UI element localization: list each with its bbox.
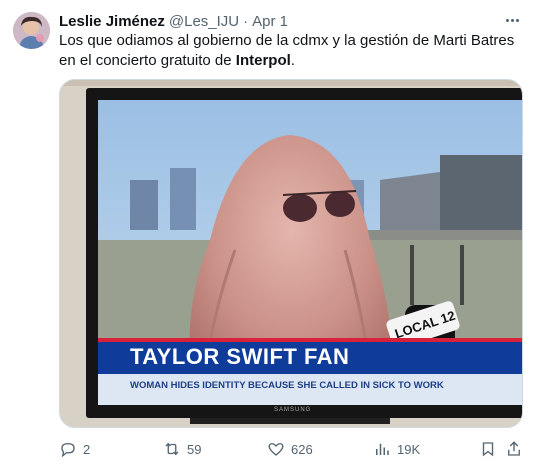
separator-dot: · [243, 12, 249, 30]
like-icon [268, 443, 284, 456]
more-icon[interactable] [502, 10, 522, 30]
share-icon [508, 441, 520, 456]
tweet-actions: 2 59 626 19K [59, 438, 523, 460]
tweet-text: Los que odiamos al gobierno de la cdmx y… [59, 31, 519, 71]
reply-count: 2 [83, 441, 91, 457]
repost-icon [165, 442, 179, 456]
tweet-media-image[interactable]: SAMSUNG LOCAL 12 TAYLOR SWIFT FAN WOMAN … [59, 79, 523, 428]
views-icon [376, 443, 389, 455]
reply-icon [61, 443, 75, 458]
author-handle[interactable]: @Les_IJU [169, 13, 239, 30]
author-display-name[interactable]: Leslie Jiménez [59, 13, 165, 30]
tweet-timestamp[interactable]: Apr 1 [252, 13, 288, 30]
bookmark-button[interactable] [479, 440, 497, 458]
repost-button[interactable]: 59 [163, 440, 201, 458]
reply-button[interactable]: 2 [59, 440, 90, 458]
avatar[interactable] [13, 12, 50, 49]
tv-photo [60, 80, 522, 427]
views-count: 19K [397, 441, 421, 457]
like-count: 626 [291, 441, 313, 457]
tweet[interactable]: Leslie Jiménez @Les_IJU · Apr 1 Los que … [0, 0, 536, 470]
bookmark-icon [482, 442, 494, 457]
repost-count: 59 [187, 441, 202, 457]
like-button[interactable]: 626 [267, 440, 313, 458]
tv-brand-label: SAMSUNG [274, 407, 312, 413]
chyron-subline: WOMAN HIDES IDENTITY BECAUSE SHE CALLED … [130, 380, 444, 391]
tweet-text-bold: Interpol [235, 52, 291, 69]
tweet-text-end: . [290, 52, 295, 69]
chyron-headline: TAYLOR SWIFT FAN [130, 344, 350, 369]
views-button[interactable]: 19K [373, 440, 420, 458]
share-button[interactable] [505, 440, 523, 458]
tweet-header: Leslie Jiménez @Les_IJU · Apr 1 [59, 11, 496, 31]
